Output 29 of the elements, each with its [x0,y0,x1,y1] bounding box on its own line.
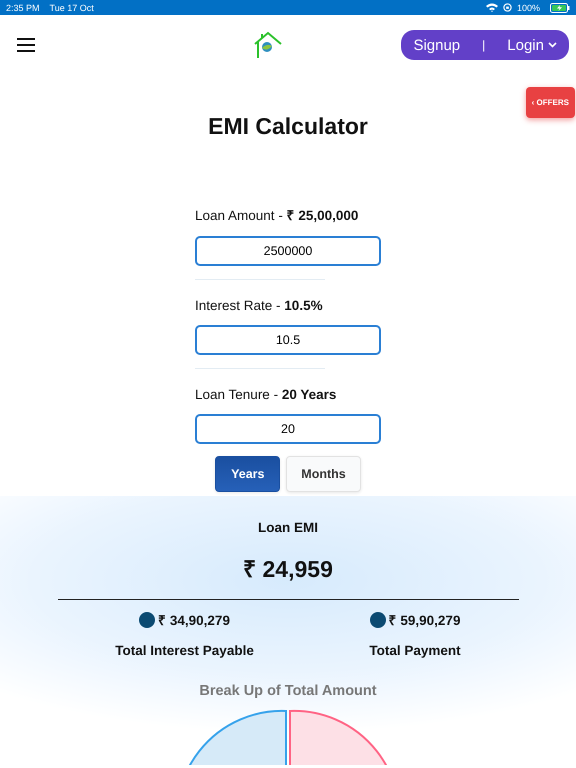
total-amount: ₹ 59,90,279 [388,612,460,629]
emi-amount: ₹ 24,959 [243,555,333,584]
chevron-down-icon [548,42,557,48]
battery-percent: 100% [516,2,540,12]
signup-button[interactable]: Signup [413,36,460,54]
field-label: Interest Rate - 10.5% [195,298,324,313]
page-title: EMI Calculator [207,113,369,141]
input-field[interactable]: 10.5 [195,325,381,355]
input-field[interactable]: 20 [195,414,381,444]
chart-title: Break Up of Total Amount [199,683,377,699]
status-date: Tue 17 Oct [50,2,94,12]
field-label: Loan Amount - ₹ 25,00,000 [195,207,360,224]
field-label: Loan Tenure - 20 Years [195,387,338,402]
input-field[interactable]: 2500000 [195,236,381,266]
emi-label: Loan EMI [258,520,318,535]
total-label: Total Payment [369,643,461,658]
offers-button[interactable]: ‹ OFFERS [526,87,575,118]
login-button[interactable]: Login [507,36,557,54]
lock-rotation-icon [502,3,512,12]
battery-icon [550,2,570,12]
tenure-unit-tab[interactable]: Years [215,456,280,492]
status-time: 2:35 PM [6,2,40,12]
tenure-unit-tab[interactable]: Months [286,456,361,492]
house-logo-icon[interactable] [253,30,284,60]
separator: | [482,38,486,52]
total-label: Total Interest Payable [115,643,254,658]
total-amount: ₹ 34,90,279 [158,612,230,629]
wifi-icon [486,3,498,12]
menu-icon[interactable] [17,38,35,52]
